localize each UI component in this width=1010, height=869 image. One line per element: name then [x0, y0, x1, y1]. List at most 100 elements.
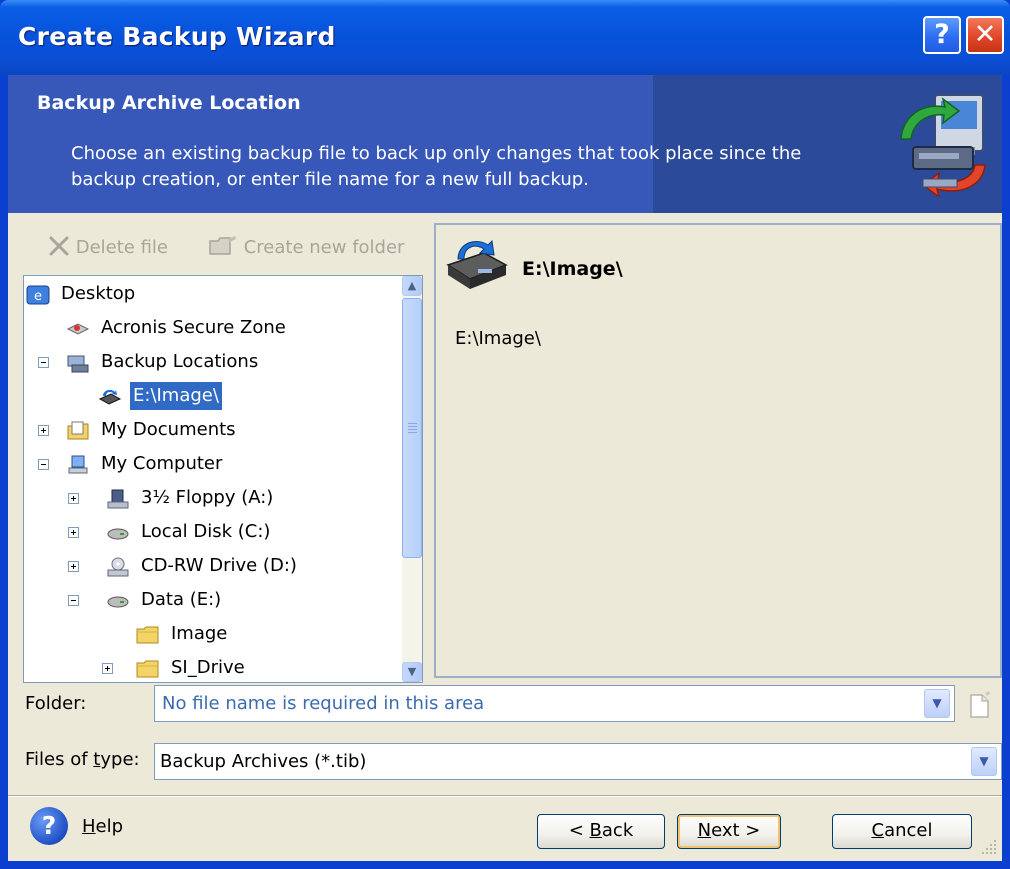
cancel-accesskey: C	[871, 820, 885, 841]
tree-item[interactable]: Data (E:)	[24, 584, 402, 616]
tree-item-label: My Documents	[101, 419, 236, 440]
disk-icon	[106, 590, 130, 610]
footer-separator	[8, 795, 1002, 797]
tree-item[interactable]: E:\Image\	[24, 380, 402, 412]
delete-file-label: Delete file	[75, 237, 169, 258]
folder-field[interactable]: No file name is required in this area ▼	[154, 685, 955, 722]
folder-icon	[136, 624, 160, 644]
disk-icon	[106, 522, 130, 542]
secure-zone-icon	[66, 318, 90, 338]
tree-item-label: SI_Drive	[171, 657, 245, 678]
tree-item[interactable]: Local Disk (C:)	[24, 516, 402, 548]
create-folder-label: Create new folder	[243, 237, 405, 258]
desktop-icon: e	[26, 284, 50, 305]
tree-item-label: Acronis Secure Zone	[101, 317, 286, 338]
cancel-label-text: ancel	[884, 820, 933, 841]
back-accesskey: B	[589, 820, 602, 841]
backup-locations-icon	[66, 352, 90, 373]
tree-item-label: Image	[171, 623, 228, 644]
scroll-down-button[interactable]: ▼	[402, 662, 422, 682]
next-button[interactable]: Next >	[677, 814, 781, 849]
back-label-prefix: <	[568, 820, 590, 841]
scroll-thumb[interactable]	[402, 298, 422, 558]
location-details-panel: E:\Image\ E:\Image\	[434, 223, 1002, 678]
tree-scrollbar[interactable]: ▲ ▼	[402, 276, 422, 682]
scroll-grip	[408, 423, 417, 424]
files-of-type-select[interactable]: Backup Archives (*.tib) ▼	[154, 743, 1002, 780]
help-accesskey: H	[82, 816, 96, 837]
collapse-icon[interactable]	[38, 459, 49, 470]
backup-drive-icon	[446, 239, 508, 289]
scroll-grip	[408, 429, 417, 430]
files-of-type-dropdown-button[interactable]: ▼	[971, 747, 997, 776]
close-button[interactable]: ✕	[966, 16, 1004, 54]
expand-icon[interactable]	[38, 425, 49, 436]
expand-icon[interactable]	[102, 663, 113, 674]
documents-icon	[66, 420, 90, 440]
help-caption-button[interactable]: ?	[923, 16, 961, 54]
tree-item-label: CD-RW Drive (D:)	[141, 555, 297, 576]
tree-item-label: Backup Locations	[101, 351, 259, 372]
tree-item-label: My Computer	[101, 453, 223, 474]
wizard-header: Backup Archive Location Choose an existi…	[8, 75, 1002, 213]
tree-item[interactable]: Acronis Secure Zone	[24, 312, 402, 344]
files-of-type-label-text: Files of	[25, 749, 94, 770]
expand-icon[interactable]	[68, 527, 79, 538]
file-icon[interactable]	[968, 691, 992, 719]
files-of-type-label: Files of type:	[25, 749, 140, 770]
title-bar[interactable]: Create Backup Wizard ? ✕	[0, 0, 1010, 75]
next-label-text: ext >	[711, 820, 761, 841]
selected-location-path: E:\Image\	[455, 328, 541, 349]
scroll-up-button[interactable]: ▲	[402, 276, 422, 296]
help-label: Help	[82, 816, 123, 837]
step-description: Choose an existing backup file to back u…	[71, 143, 802, 190]
folder-value: No file name is required in this area	[162, 693, 485, 714]
delete-file-button[interactable]: Delete file	[48, 233, 168, 263]
new-folder-icon	[209, 236, 236, 255]
wizard-body: Delete file Create new folder e Desktop Ac…	[8, 213, 1002, 861]
step-title: Backup Archive Location	[37, 92, 301, 114]
help-label-text: elp	[95, 816, 124, 837]
folder-icon	[136, 658, 160, 678]
tree-item[interactable]: CD-RW Drive (D:)	[24, 550, 402, 582]
backup-drive-icon	[98, 386, 122, 406]
back-label-text: ack	[601, 820, 634, 841]
cd-drive-icon	[106, 556, 130, 577]
floppy-icon	[106, 488, 130, 509]
folder-label: Folder:	[25, 693, 87, 714]
tree-item[interactable]: e Desktop	[24, 278, 402, 310]
tree-item[interactable]: Image	[24, 618, 402, 650]
scroll-grip	[408, 426, 417, 427]
cancel-button[interactable]: Cancel	[832, 814, 972, 849]
collapse-icon[interactable]	[38, 357, 49, 368]
tree-item-label: Data (E:)	[141, 589, 222, 610]
computer-icon	[66, 454, 90, 474]
next-accesskey: N	[697, 820, 712, 841]
tree-item-label: 3½ Floppy (A:)	[141, 487, 274, 508]
resize-grip-icon[interactable]	[980, 838, 998, 856]
help-icon: ?	[30, 807, 68, 845]
back-button[interactable]: < Back	[537, 814, 665, 849]
collapse-icon[interactable]	[68, 595, 79, 606]
scroll-grip	[408, 432, 417, 433]
create-folder-button[interactable]: Create new folder	[208, 233, 404, 263]
tree-item[interactable]: Backup Locations	[24, 346, 402, 378]
tree-item[interactable]: 3½ Floppy (A:)	[24, 482, 402, 514]
tree-item-label: Local Disk (C:)	[141, 521, 271, 542]
files-of-type-value: Backup Archives (*.tib)	[160, 751, 367, 772]
window-title: Create Backup Wizard	[18, 22, 336, 51]
tree-item[interactable]: SI_Drive	[24, 652, 402, 682]
folder-dropdown-button[interactable]: ▼	[924, 689, 950, 718]
tree-item[interactable]: My Documents	[24, 414, 402, 446]
selected-location-title: E:\Image\	[522, 258, 623, 280]
folder-tree[interactable]: e Desktop Acronis Secure Zone Backup Locati…	[23, 275, 423, 683]
expand-icon[interactable]	[68, 561, 79, 572]
backup-computer-icon	[900, 94, 986, 197]
delete-icon	[49, 236, 69, 256]
tree-item-label: E:\Image\	[130, 382, 222, 410]
tree-item[interactable]: My Computer	[24, 448, 402, 480]
expand-icon[interactable]	[68, 493, 79, 504]
wizard-window: Create Backup Wizard ? ✕ Backup Archive …	[0, 0, 1010, 869]
files-of-type-label-text: ype:	[100, 749, 140, 770]
tree-item-label: Desktop	[61, 283, 136, 304]
